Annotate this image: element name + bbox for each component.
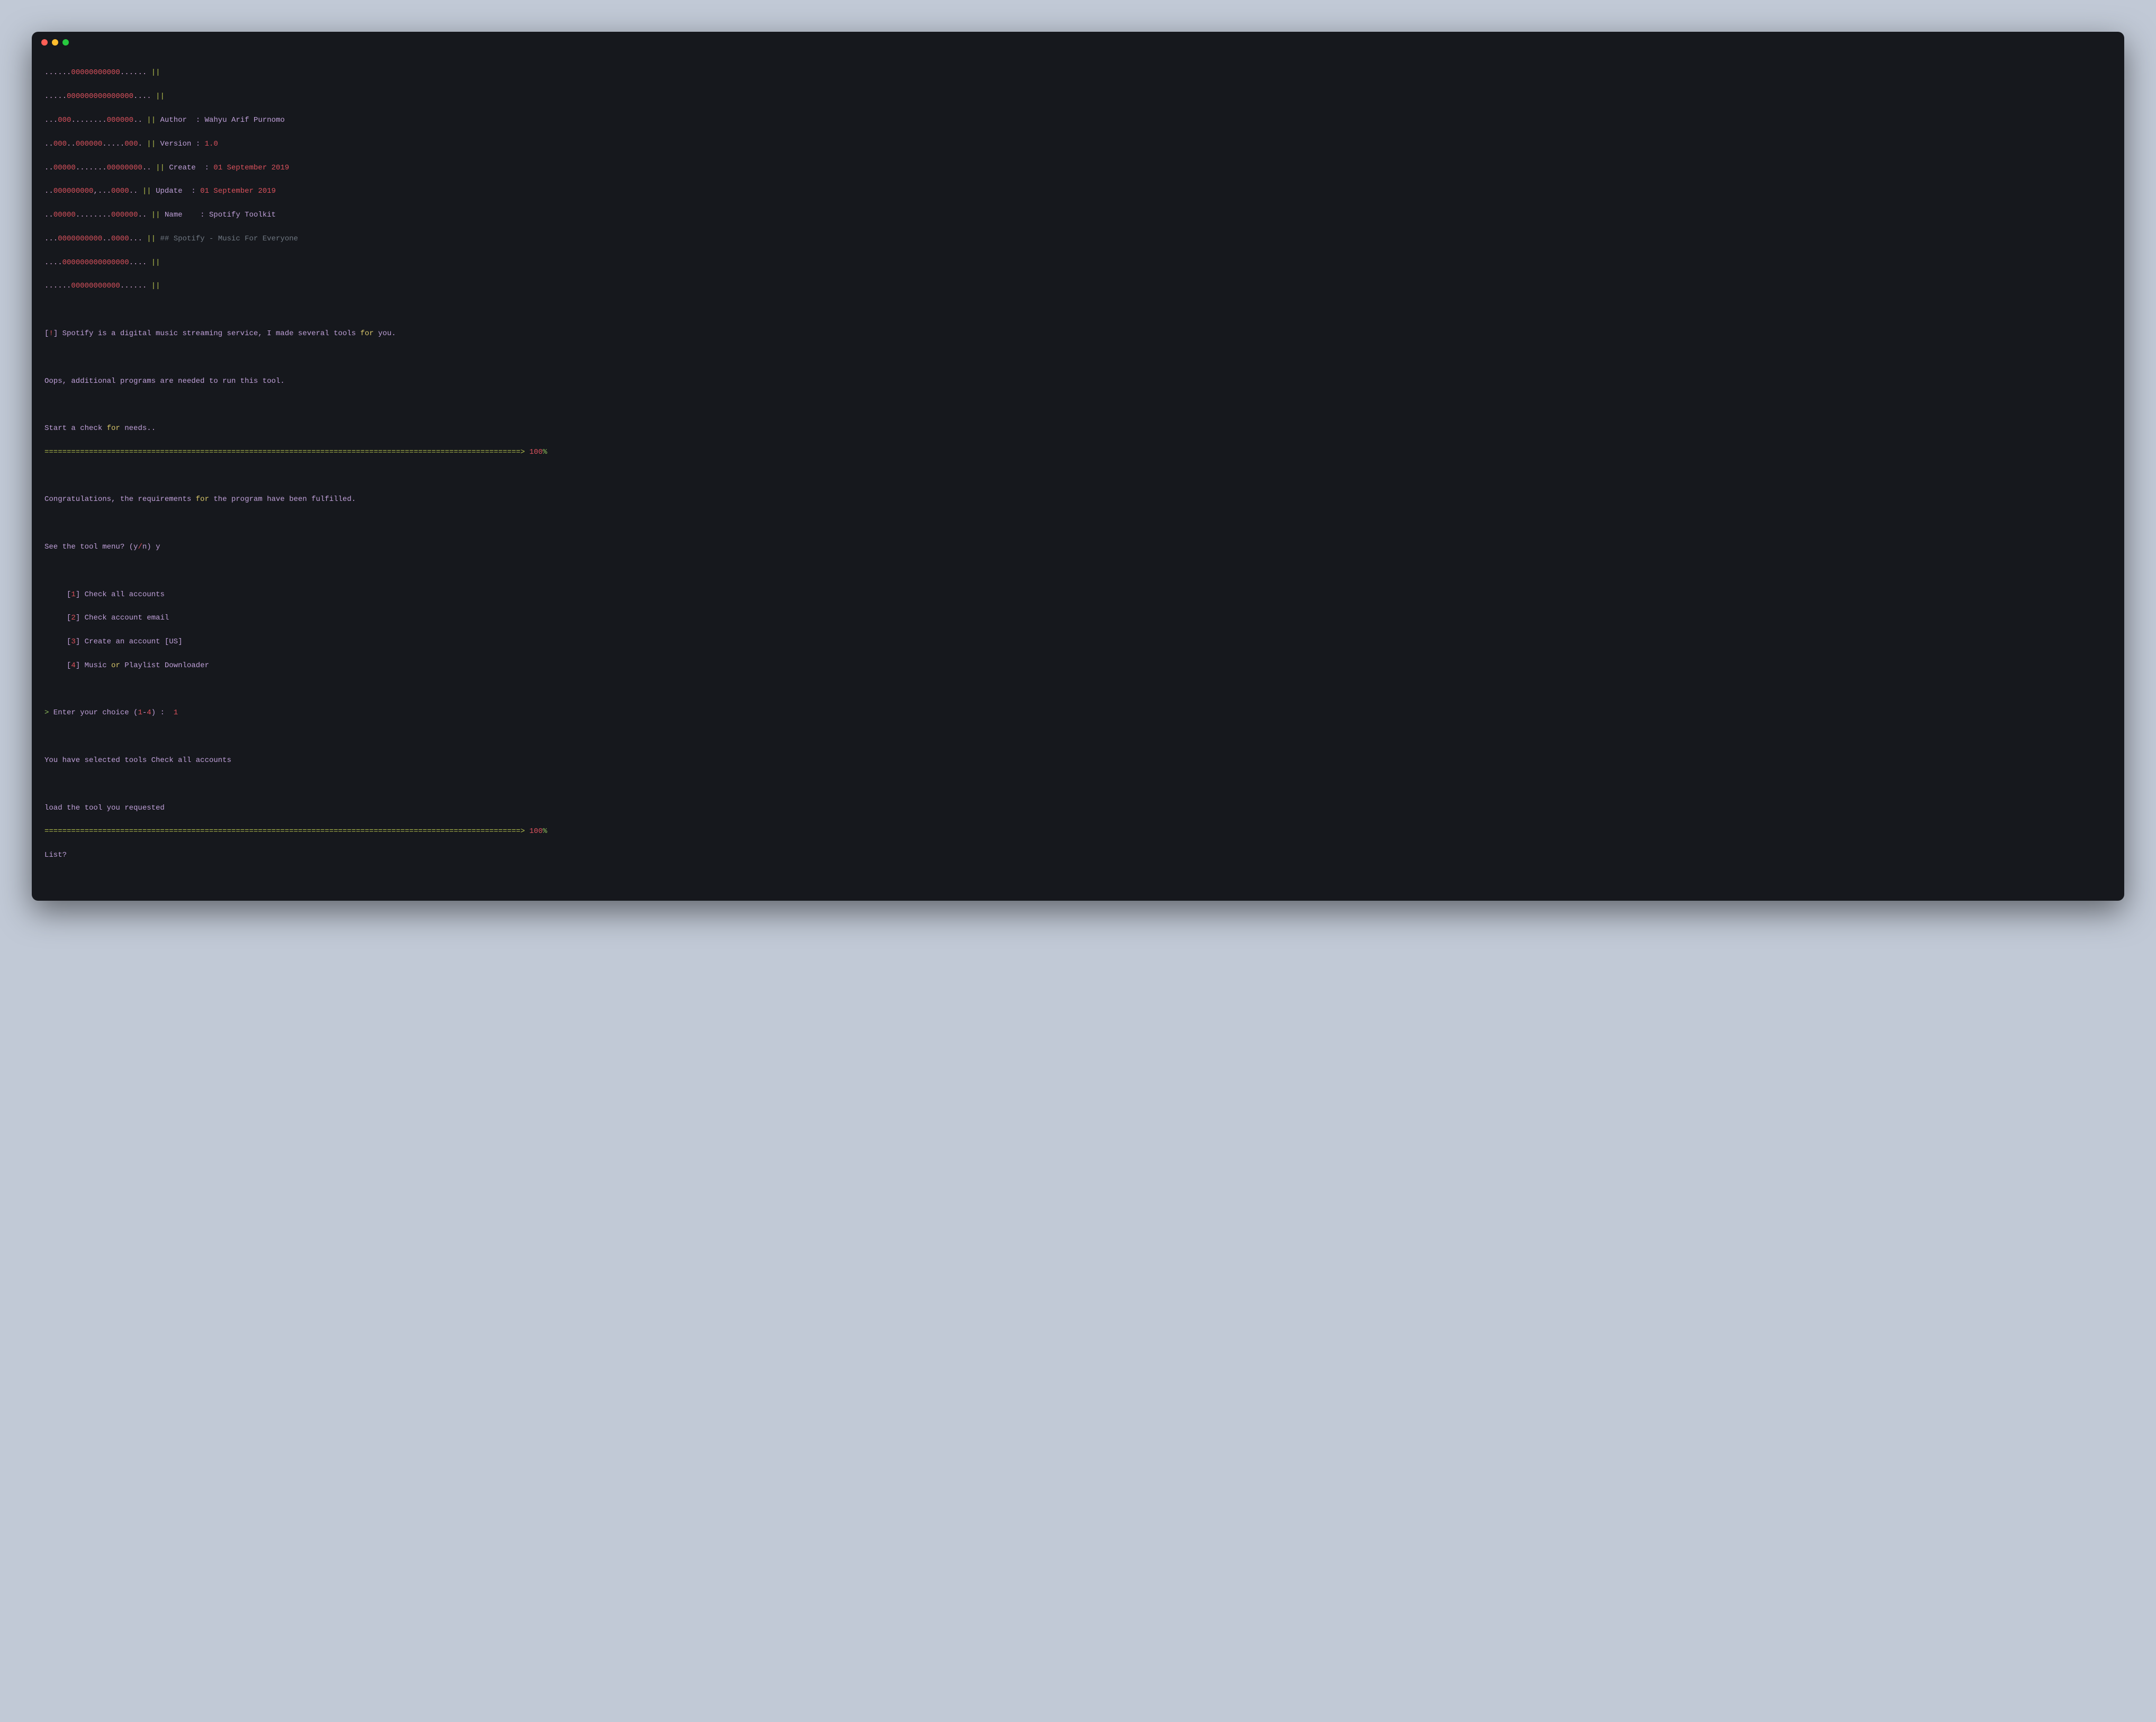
menu-item-2[interactable]: [2] Check account email: [44, 612, 2112, 624]
see-menu-prompt[interactable]: See the tool menu? (y/n) y: [44, 541, 2112, 553]
menu-item-1[interactable]: [1] Check all accounts: [44, 589, 2112, 600]
minimize-icon[interactable]: [52, 39, 58, 46]
list-prompt[interactable]: List?: [44, 849, 2112, 861]
terminal-output[interactable]: ......00000000000...... || .....00000000…: [32, 50, 2124, 901]
menu-item-3[interactable]: [3] Create an account [US]: [44, 636, 2112, 648]
tagline: ## Spotify - Music For Everyone: [160, 235, 298, 243]
ascii-line-10: ......00000000000...... ||: [44, 280, 2112, 292]
start-check-line: Start a check for needs..: [44, 423, 2112, 434]
author-value: Wahyu Arif Purnomo: [205, 116, 285, 124]
ascii-line-1: ......00000000000...... ||: [44, 67, 2112, 78]
titlebar: [32, 32, 2124, 50]
progress-bar-1: ========================================…: [44, 446, 2112, 458]
ascii-line-7: ..00000........000000.. || Name : Spotif…: [44, 209, 2112, 221]
ascii-line-5: ..00000.......00000000.. || Create : 01 …: [44, 162, 2112, 174]
intro-line: [!] Spotify is a digital music streaming…: [44, 328, 2112, 339]
author-label: Author :: [160, 116, 205, 124]
terminal-window: ......00000000000...... || .....00000000…: [32, 32, 2124, 901]
choice-prompt[interactable]: > Enter your choice (1-4) : 1: [44, 707, 2112, 719]
bang-icon: !: [49, 329, 53, 338]
maximize-icon[interactable]: [62, 39, 69, 46]
create-label: Create :: [169, 164, 213, 172]
version-label: Version :: [160, 140, 205, 148]
close-icon[interactable]: [41, 39, 48, 46]
name-label: Name :: [165, 211, 209, 219]
menu-item-4[interactable]: [4] Music or Playlist Downloader: [44, 660, 2112, 671]
choice-value: 1: [174, 708, 178, 717]
congrats-line: Congratulations, the requirements for th…: [44, 494, 2112, 505]
update-label: Update :: [156, 187, 200, 195]
ascii-line-8: ...0000000000..0000... || ## Spotify - M…: [44, 233, 2112, 245]
selected-line: You have selected tools Check all accoun…: [44, 755, 2112, 766]
version-value: 1.0: [205, 140, 218, 148]
ascii-line-2: .....000000000000000.... ||: [44, 91, 2112, 102]
ascii-line-3: ...000........000000.. || Author : Wahyu…: [44, 114, 2112, 126]
name-value: Spotify Toolkit: [209, 211, 276, 219]
load-line: load the tool you requested: [44, 802, 2112, 814]
progress-bar-2: ========================================…: [44, 826, 2112, 837]
ascii-line-4: ..000..000000.....000. || Version : 1.0: [44, 138, 2112, 150]
oops-line: Oops, additional programs are needed to …: [44, 375, 2112, 387]
ascii-line-6: ..000000000,...0000.. || Update : 01 Sep…: [44, 185, 2112, 197]
ascii-line-9: ....000000000000000.... ||: [44, 257, 2112, 268]
